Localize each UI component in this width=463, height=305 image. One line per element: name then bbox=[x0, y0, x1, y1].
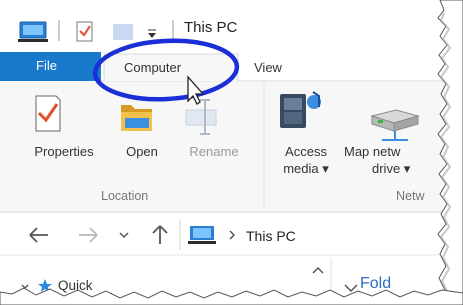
access-media-label-2: media ▾ bbox=[283, 161, 329, 176]
tab-file-label: File bbox=[36, 58, 57, 73]
tab-view[interactable]: View bbox=[240, 54, 310, 81]
nav-quick-access-label: Quick bbox=[58, 278, 93, 293]
access-media-label: Access bbox=[285, 144, 327, 159]
properties-button[interactable]: Properties bbox=[18, 88, 110, 180]
address-location: This PC bbox=[246, 228, 296, 244]
nav-quick-access[interactable]: Quick bbox=[58, 276, 118, 298]
group-network-label: Netw bbox=[396, 189, 425, 203]
new-folder-qat-icon[interactable] bbox=[113, 24, 133, 40]
folders-header[interactable]: Fold bbox=[360, 274, 430, 298]
map-network-drive-label: Map netw bbox=[344, 144, 401, 159]
computer-icon bbox=[18, 21, 48, 42]
window-title: This PC bbox=[184, 19, 238, 36]
tab-computer-label: Computer bbox=[124, 60, 182, 75]
properties-qat-icon[interactable] bbox=[76, 21, 93, 42]
address-bar[interactable]: This PC bbox=[182, 220, 440, 250]
rename-label: Rename bbox=[189, 144, 239, 159]
open-button[interactable]: Open bbox=[114, 88, 170, 180]
map-network-drive-button[interactable]: Map netw drive ▾ bbox=[344, 88, 436, 180]
tab-computer[interactable]: Computer bbox=[104, 54, 238, 81]
access-media-button[interactable]: Access media ▾ bbox=[272, 88, 340, 180]
tab-file[interactable]: File bbox=[0, 52, 101, 81]
open-label: Open bbox=[126, 144, 158, 159]
properties-label: Properties bbox=[34, 144, 94, 159]
group-location-label: Location bbox=[101, 189, 149, 203]
folders-header-label: Fold bbox=[360, 275, 392, 292]
tab-view-label: View bbox=[254, 60, 282, 75]
rename-button[interactable]: Rename bbox=[174, 88, 254, 180]
map-network-drive-label-2: drive ▾ bbox=[372, 161, 411, 176]
